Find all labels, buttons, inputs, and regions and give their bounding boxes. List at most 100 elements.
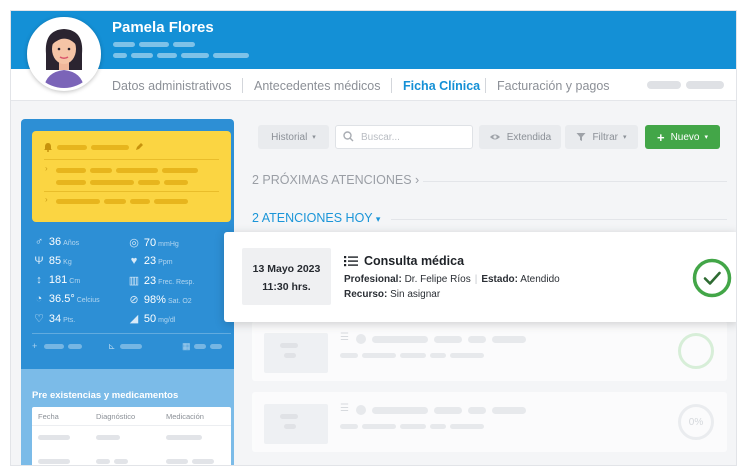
alert-placeholder xyxy=(154,199,188,204)
historial-label: Historial xyxy=(271,131,308,143)
placeholder-line xyxy=(400,424,426,429)
appointment-card-placeholder[interactable]: ☰ 0% xyxy=(252,392,727,452)
date-placeholder xyxy=(264,404,328,444)
placeholder-line xyxy=(492,407,526,414)
height-icon: ↕ xyxy=(36,274,42,286)
nuevo-button[interactable]: + Nuevo ▾ xyxy=(645,125,720,149)
eye-icon xyxy=(489,134,500,140)
placeholder-line xyxy=(492,336,526,343)
list-icon: ☰ xyxy=(340,403,349,414)
temperature-icon: ◔ xyxy=(35,293,43,305)
tab-placeholder xyxy=(686,81,724,89)
alert-placeholder xyxy=(130,199,150,204)
glucose-icon: ◢ xyxy=(129,313,139,325)
header-placeholder xyxy=(213,53,249,58)
upcoming-label: 2 PRÓXIMAS ATENCIONES xyxy=(252,173,412,187)
resource-value: Sin asignar xyxy=(390,289,441,300)
appointment-title: Consulta médica xyxy=(364,254,465,268)
alert-placeholder xyxy=(162,168,198,173)
table-cell-placeholder xyxy=(192,459,214,464)
gender-icon: ♂ xyxy=(34,236,44,248)
respiration-icon: ▥ xyxy=(128,275,140,287)
placeholder-line xyxy=(450,424,484,429)
placeholder-line xyxy=(400,353,426,358)
search-icon xyxy=(343,131,354,142)
alert-placeholder xyxy=(138,180,160,185)
tab-divider xyxy=(391,78,392,93)
alert-placeholder xyxy=(90,180,134,185)
vitals-divider xyxy=(32,333,231,334)
add-icon[interactable]: + xyxy=(32,341,37,351)
table-cell-placeholder xyxy=(38,435,70,440)
filtrar-dropdown[interactable]: Filtrar ▾ xyxy=(565,125,638,149)
alert-placeholder xyxy=(57,145,87,150)
table-divider xyxy=(32,425,231,426)
alert-placeholder xyxy=(56,168,86,173)
chevron-down-icon: ▾ xyxy=(312,134,316,141)
placeholder-line xyxy=(434,336,462,343)
placeholder-line xyxy=(430,424,446,429)
chevron-right-icon: › xyxy=(45,164,48,173)
alert-placeholder xyxy=(90,168,112,173)
appointment-card-placeholder[interactable]: ☰ xyxy=(252,321,727,381)
header-placeholder xyxy=(181,53,209,58)
header-placeholder xyxy=(157,53,177,58)
placeholder-line xyxy=(468,407,486,414)
vital-pulse: ♡ 34 Pts. xyxy=(32,312,75,325)
vital-glucose: ◢ 50 mg/dl xyxy=(127,312,176,325)
table-cell-placeholder xyxy=(166,435,202,440)
chevron-right-icon: › xyxy=(415,173,420,187)
avatar[interactable] xyxy=(27,17,101,91)
placeholder-dot xyxy=(356,334,366,344)
appointment-resource: Recurso: Sin asignar xyxy=(344,289,440,300)
column-header: Fecha xyxy=(38,412,59,421)
header-placeholder xyxy=(113,42,135,47)
list-icon xyxy=(344,256,358,267)
table-cell-placeholder xyxy=(114,459,128,464)
vitals-placeholder xyxy=(68,344,82,349)
calendar-icon[interactable]: ▦ xyxy=(182,341,191,352)
tab-placeholder xyxy=(647,81,681,89)
header-placeholder xyxy=(139,42,169,47)
appointment-card[interactable]: 13 Mayo 2023 11:30 hrs. Consulta médica … xyxy=(224,232,736,322)
chart-icon[interactable]: ⊾ xyxy=(108,341,116,352)
check-circle-icon[interactable] xyxy=(692,258,732,298)
vitals-placeholder xyxy=(120,344,142,349)
nuevo-label: Nuevo xyxy=(670,131,700,143)
placeholder-line xyxy=(372,336,428,343)
historial-dropdown[interactable]: Historial ▾ xyxy=(258,125,329,149)
extendida-label: Extendida xyxy=(506,131,552,143)
tab-facturacion-pagos[interactable]: Facturación y pagos xyxy=(497,79,610,93)
column-header: Diagnóstico xyxy=(96,412,136,421)
section-divider xyxy=(391,219,727,220)
today-section-toggle[interactable]: 2 ATENCIONES HOY ▾ xyxy=(252,211,380,225)
vital-height: ↕ 181 Cm xyxy=(32,274,80,286)
detail-separator: | xyxy=(474,274,478,285)
pulse-icon: ♡ xyxy=(34,313,44,325)
tab-ficha-clinica[interactable]: Ficha Clínica xyxy=(403,79,480,93)
section-divider xyxy=(423,181,727,182)
tab-datos-administrativos[interactable]: Datos administrativos xyxy=(112,79,232,93)
placeholder-line xyxy=(372,407,428,414)
edit-icon[interactable] xyxy=(135,142,144,151)
filtrar-label: Filtrar xyxy=(592,131,619,143)
patient-header: Pamela Flores xyxy=(11,11,736,69)
vitals-placeholder xyxy=(210,344,222,349)
extendida-button[interactable]: Extendida xyxy=(479,125,561,149)
professional-label: Profesional: xyxy=(344,274,402,285)
placeholder-line xyxy=(362,353,396,358)
tab-antecedentes-medicos[interactable]: Antecedentes médicos xyxy=(254,79,380,93)
search-input[interactable]: Buscar... xyxy=(335,125,473,149)
alert-card[interactable]: › › xyxy=(32,131,231,222)
upcoming-section-toggle[interactable]: 2 PRÓXIMAS ATENCIONES › xyxy=(252,173,419,187)
appointment-time: 11:30 hrs. xyxy=(262,281,311,293)
vital-temperature: ◔ 36.5° Celcius xyxy=(32,293,100,305)
filter-icon xyxy=(576,133,586,141)
table-cell-placeholder xyxy=(166,459,188,464)
appointment-details: Profesional: Dr. Felipe Ríos | Estado: Ate… xyxy=(344,274,560,285)
placeholder-line xyxy=(284,353,296,358)
chevron-right-icon: › xyxy=(45,195,48,204)
preexisting-table: Fecha Diagnóstico Medicación xyxy=(32,407,231,465)
weight-icon: Ψ xyxy=(34,255,44,267)
resource-label: Recurso: xyxy=(344,289,388,300)
